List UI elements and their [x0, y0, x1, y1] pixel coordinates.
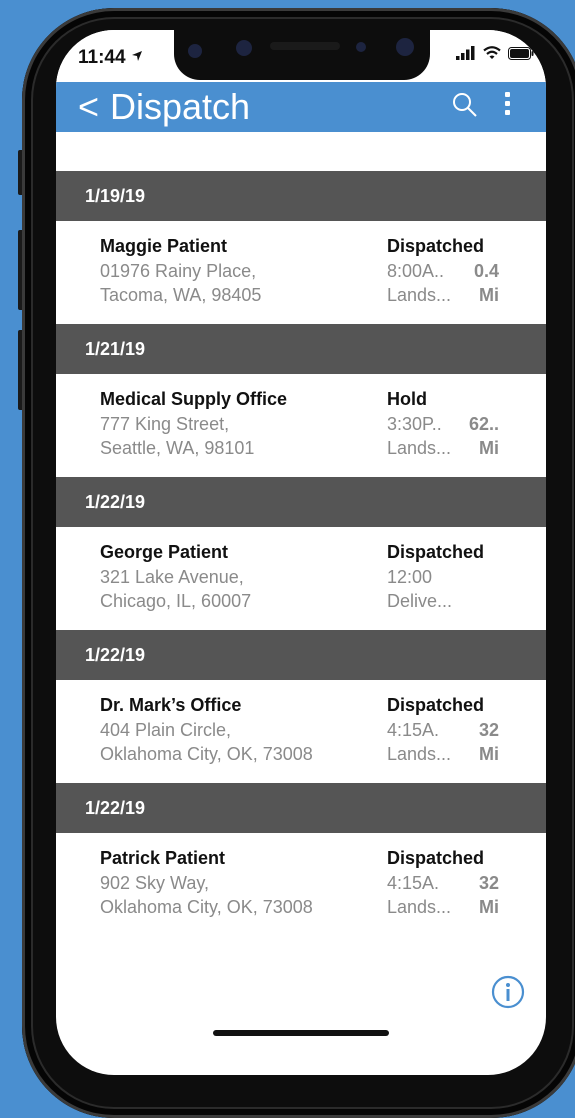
date-group: 1/22/19 George Patient 321 Lake Avenue, …	[56, 477, 546, 630]
item-distance-unit: Mi	[479, 438, 499, 458]
front-camera	[236, 40, 252, 56]
date-group: 1/22/19 Dr. Mark’s Office 404 Plain Circ…	[56, 630, 546, 783]
dispatch-item[interactable]: Dr. Mark’s Office 404 Plain Circle, Okla…	[56, 680, 546, 783]
item-time: 3:30P..	[387, 414, 442, 434]
proximity-sensor	[356, 42, 366, 52]
item-name: Patrick Patient	[100, 848, 226, 868]
item-address-line1: 321 Lake Avenue,	[100, 567, 244, 587]
status-indicators	[456, 46, 534, 60]
more-vertical-icon[interactable]	[502, 92, 512, 118]
item-address-line2: Chicago, IL, 60007	[100, 591, 252, 611]
item-address-line1: 01976 Rainy Place,	[100, 261, 257, 281]
dispatch-item[interactable]: Medical Supply Office 777 King Street, S…	[56, 374, 546, 477]
item-type: Lands...	[387, 285, 452, 305]
item-name: Dr. Mark’s Office	[100, 695, 242, 715]
date-header: 1/22/19	[56, 783, 546, 833]
notch	[174, 30, 430, 80]
date-header: 1/19/19	[56, 171, 546, 221]
item-type: Delive...	[387, 591, 453, 611]
item-address-line1: 777 King Street,	[100, 414, 230, 434]
speaker-grille	[270, 42, 340, 50]
location-arrow-icon	[131, 51, 142, 61]
date-header: 1/22/19	[56, 630, 546, 680]
item-address-line2: Tacoma, WA, 98405	[100, 285, 262, 305]
app-header: < Dispatch	[56, 82, 546, 132]
dispatch-item[interactable]: Maggie Patient 01976 Rainy Place, Tacoma…	[56, 221, 546, 324]
back-button[interactable]: <	[78, 87, 99, 127]
date-group: 1/22/19 Patrick Patient 902 Sky Way, Okl…	[56, 783, 546, 936]
item-type: Lands...	[387, 897, 452, 917]
info-circle-icon[interactable]	[491, 975, 525, 1009]
item-time: 8:00A..	[387, 261, 445, 281]
dispatch-item[interactable]: Patrick Patient 902 Sky Way, Oklahoma Ci…	[56, 833, 546, 936]
cellular-signal-icon	[456, 46, 475, 60]
item-address-line1: 404 Plain Circle,	[100, 720, 232, 740]
phone-screen: 11:44 < Dispatch 1/19/19 Maggie Patient …	[56, 30, 546, 1075]
battery-icon	[508, 46, 534, 60]
dispatch-list: 1/19/19 Maggie Patient 01976 Rainy Place…	[56, 171, 546, 936]
item-distance: 62..	[468, 414, 499, 434]
item-name: Medical Supply Office	[100, 389, 288, 409]
status-time: 11:44	[78, 47, 143, 69]
dispatch-item[interactable]: George Patient 321 Lake Avenue, Chicago,…	[56, 527, 546, 630]
item-type: Lands...	[387, 744, 452, 764]
dot-projector	[396, 38, 414, 56]
item-distance-unit: Mi	[479, 897, 499, 917]
item-time: 4:15A.	[387, 873, 440, 893]
item-distance: 32	[478, 873, 499, 893]
home-indicator[interactable]	[213, 1030, 389, 1036]
date-header: 1/21/19	[56, 324, 546, 374]
date-header: 1/22/19	[56, 477, 546, 527]
wifi-icon	[483, 46, 501, 59]
item-distance: 0.4	[473, 261, 499, 281]
front-sensor	[188, 44, 202, 58]
item-status: Dispatched	[387, 236, 485, 256]
item-status: Dispatched	[387, 848, 485, 868]
item-name: Maggie Patient	[100, 236, 228, 256]
item-distance-unit: Mi	[479, 744, 499, 764]
item-time: 4:15A.	[387, 720, 440, 740]
item-address-line1: 902 Sky Way,	[100, 873, 210, 893]
date-group: 1/21/19 Medical Supply Office 777 King S…	[56, 324, 546, 477]
item-name: George Patient	[100, 542, 229, 562]
page-title: Dispatch	[110, 86, 251, 127]
item-time: 12:00	[387, 567, 433, 587]
item-status: Hold	[387, 389, 427, 409]
item-address-line2: Seattle, WA, 98101	[100, 438, 255, 458]
item-type: Lands...	[387, 438, 452, 458]
search-icon[interactable]	[452, 92, 478, 118]
date-group: 1/19/19 Maggie Patient 01976 Rainy Place…	[56, 171, 546, 324]
item-distance-unit: Mi	[479, 285, 499, 305]
status-bar: 11:44	[56, 30, 546, 82]
item-status: Dispatched	[387, 542, 485, 562]
item-distance: 32	[478, 720, 499, 740]
item-status: Dispatched	[387, 695, 485, 715]
item-address-line2: Oklahoma City, OK, 73008	[100, 897, 313, 917]
item-address-line2: Oklahoma City, OK, 73008	[100, 744, 313, 764]
